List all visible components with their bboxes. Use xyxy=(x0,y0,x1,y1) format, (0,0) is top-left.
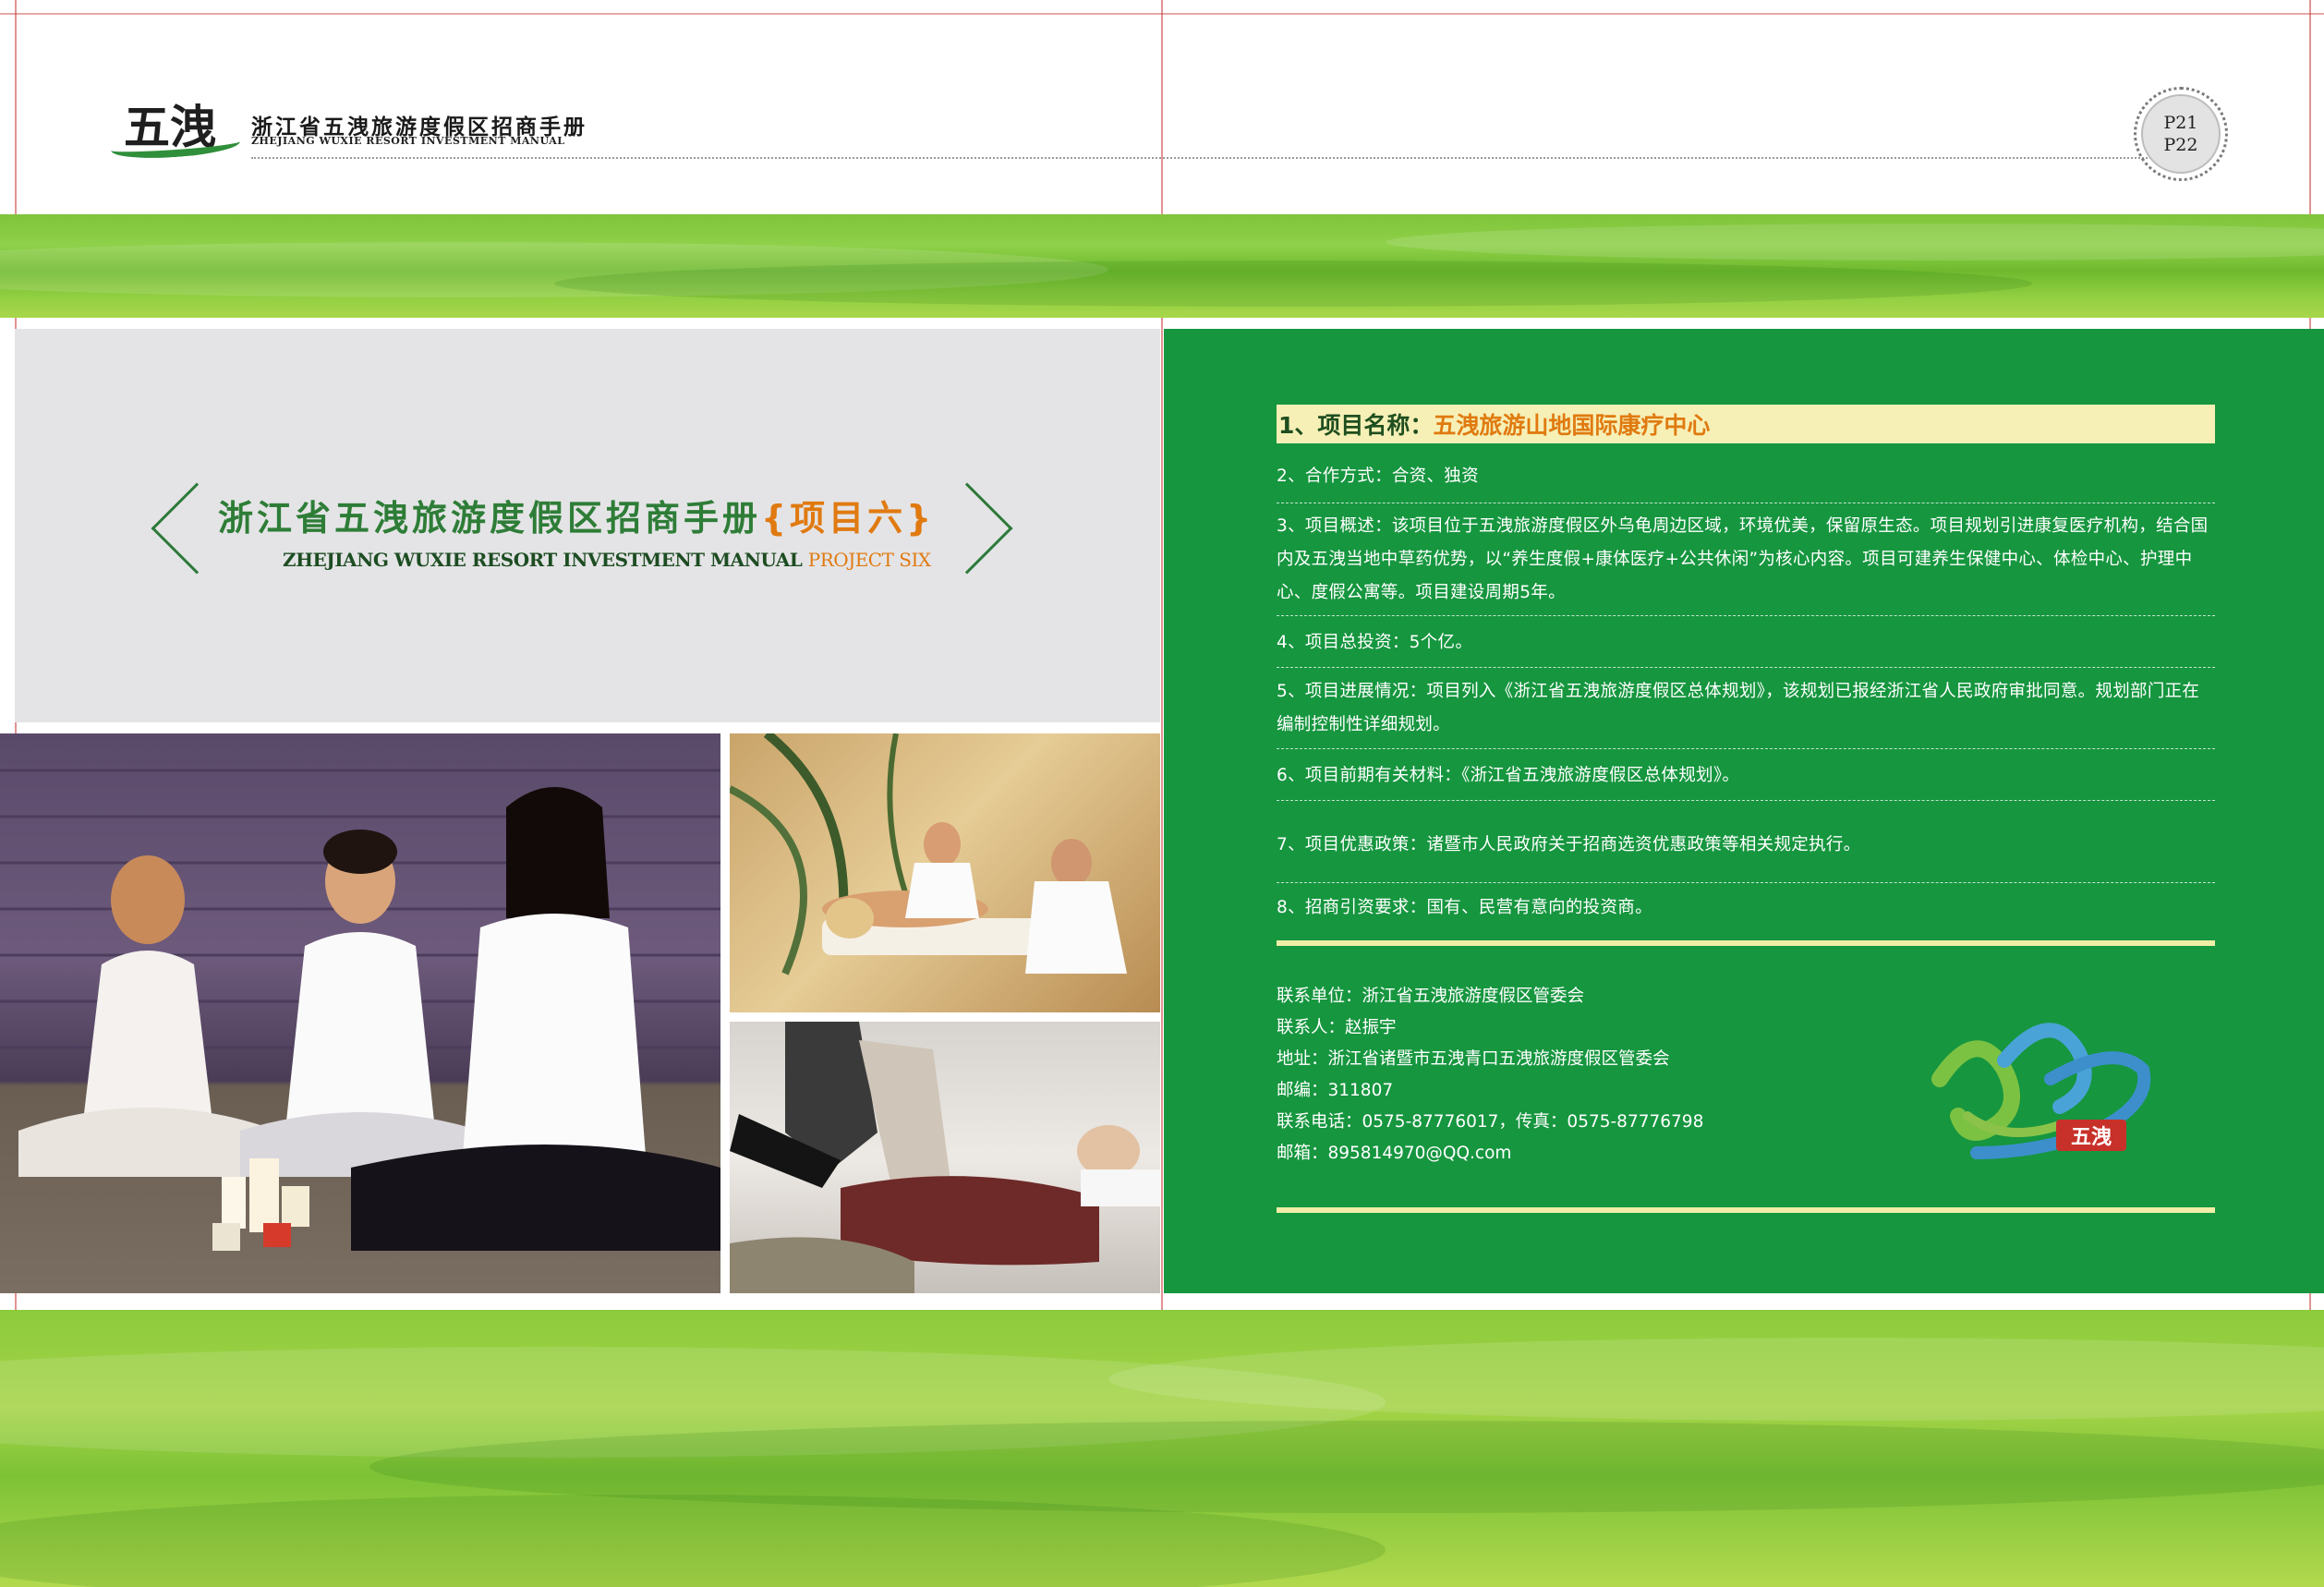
ribbon-logo-icon: 五洩 xyxy=(1931,1023,2151,1159)
contact-address: 地址：浙江省诸暨市五洩青口五洩旅游度假区管委会 xyxy=(1277,1049,1670,1069)
contact-bottom-rule xyxy=(1277,1207,2215,1213)
contact-person: 联系人：赵振宇 xyxy=(1277,1018,1397,1037)
stretch-therapy-photo xyxy=(730,1022,1160,1293)
left-title-cn: 浙江省五洩旅游度假区招商手册{项目六} xyxy=(218,490,935,540)
dashed-separator xyxy=(1277,615,2215,616)
item-overview: 3、项目概述：该项目位于五洩旅游度假区外乌龟周边区域，环境优美，保留原生态。项目… xyxy=(1277,516,2209,602)
contact-unit: 联系单位：浙江省五洩旅游度假区管委会 xyxy=(1277,987,1585,1006)
yoga-photo xyxy=(0,733,720,1293)
item-requirements: 8、招商引资要求：国有、民营有意向的投资商。 xyxy=(1277,898,1652,917)
page-number-left: P21 xyxy=(2163,113,2198,133)
left-project-en: PROJECT SIX xyxy=(807,549,931,571)
item-cooperation: 2、合作方式：合资、独资 xyxy=(1277,466,1479,486)
project-name-label: 1、项目名称： xyxy=(1278,412,1434,439)
wuxie-logo: 五洩 xyxy=(110,91,241,163)
page-number-right: P22 xyxy=(2163,135,2198,155)
yoga-illustration xyxy=(0,769,720,1251)
item-policy: 7、项目优惠政策：诸暨市人民政府关于招商选资优惠政策等相关规定执行。 xyxy=(1277,835,1861,854)
left-project-cn: {项目六} xyxy=(761,498,936,539)
wuxie-ribbon-logo: 五洩 xyxy=(1921,1005,2161,1164)
bottom-green-band xyxy=(0,1310,2324,1587)
contact-top-rule xyxy=(1277,940,2215,946)
band-wave xyxy=(1386,224,2324,260)
header-dotted-rule xyxy=(251,157,2173,159)
left-title-en: ZHEJIANG WUXIE RESORT INVESTMENT MANUAL … xyxy=(283,549,931,571)
dashed-separator xyxy=(1277,748,2215,749)
header-title-en: ZHEJIANG WUXIE RESORT INVESTMENT MANUAL xyxy=(251,135,565,147)
left-title-cn-text: 浙江省五洩旅游度假区招商手册 xyxy=(218,498,762,539)
left-title-en-text: ZHEJIANG WUXIE RESORT INVESTMENT MANUAL xyxy=(283,549,803,571)
project-name-bar: 1、项目名称： 五洩旅游山地国际康疗中心 xyxy=(1277,405,2215,443)
contact-postcode: 邮编：311807 xyxy=(1277,1081,1394,1100)
dashed-separator xyxy=(1277,882,2215,883)
item-progress: 5、项目进展情况：项目列入《浙江省五洩旅游度假区总体规划》，该规划已报经浙江省人… xyxy=(1277,682,2200,734)
project-name-value: 五洩旅游山地国际康疗中心 xyxy=(1433,412,1711,439)
item-materials: 6、项目前期有关材料：《浙江省五洩旅游度假区总体规划》。 xyxy=(1277,766,1740,785)
stretch-illustration xyxy=(730,1022,1160,1293)
page-number-badge: P21 P22 xyxy=(2141,94,2221,174)
top-green-band xyxy=(0,214,2324,318)
item-investment: 4、项目总投资：5个亿。 xyxy=(1277,633,1473,652)
dashed-separator xyxy=(1277,667,2215,668)
band-wave xyxy=(554,260,2032,307)
massage-photo xyxy=(730,733,1160,1012)
massage-illustration xyxy=(730,733,1127,975)
dashed-separator xyxy=(1277,800,2215,801)
contact-email: 邮箱：895814970@QQ.com xyxy=(1277,1144,1512,1163)
contact-phone: 联系电话：0575-87776017，传真：0575-87776798 xyxy=(1277,1112,1704,1132)
ribbon-logo-text: 五洩 xyxy=(2071,1125,2112,1149)
